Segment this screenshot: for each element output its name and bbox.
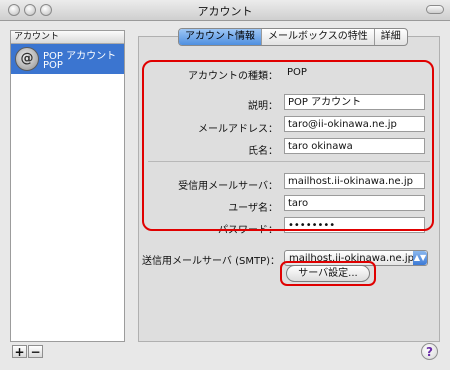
account-add-remove-group: + − <box>12 345 44 359</box>
account-type: POP <box>43 60 63 71</box>
highlight-frame-server-settings <box>280 261 376 286</box>
toolbar-toggle-button[interactable] <box>426 5 444 14</box>
tab-mailbox-behaviors[interactable]: メールボックスの特性 <box>262 29 375 45</box>
smtp-server-label: 送信用メールサーバ (SMTP)： <box>142 256 280 267</box>
account-list: アカウント @ POP アカウント POP <box>10 30 125 342</box>
title-bar: アカウント <box>0 0 450 21</box>
remove-account-button[interactable]: − <box>28 345 43 358</box>
add-account-button[interactable]: + <box>12 345 27 358</box>
window-title: アカウント <box>197 5 253 18</box>
chevron-up-down-icon: ▲▼ <box>413 251 427 265</box>
account-list-header: アカウント <box>11 31 124 44</box>
tab-account-info[interactable]: アカウント情報 <box>179 29 262 45</box>
account-list-item[interactable]: @ POP アカウント POP <box>11 44 124 74</box>
tab-advanced[interactable]: 詳細 <box>375 29 407 45</box>
highlight-frame-account-fields <box>142 60 434 231</box>
at-sign-icon: @ <box>15 47 39 71</box>
tab-bar: アカウント情報 メールボックスの特性 詳細 <box>178 28 408 46</box>
help-icon[interactable]: ? <box>421 343 438 360</box>
accounts-window: アカウント アカウント @ POP アカウント POP + − アカウント情報 メ… <box>0 0 450 370</box>
